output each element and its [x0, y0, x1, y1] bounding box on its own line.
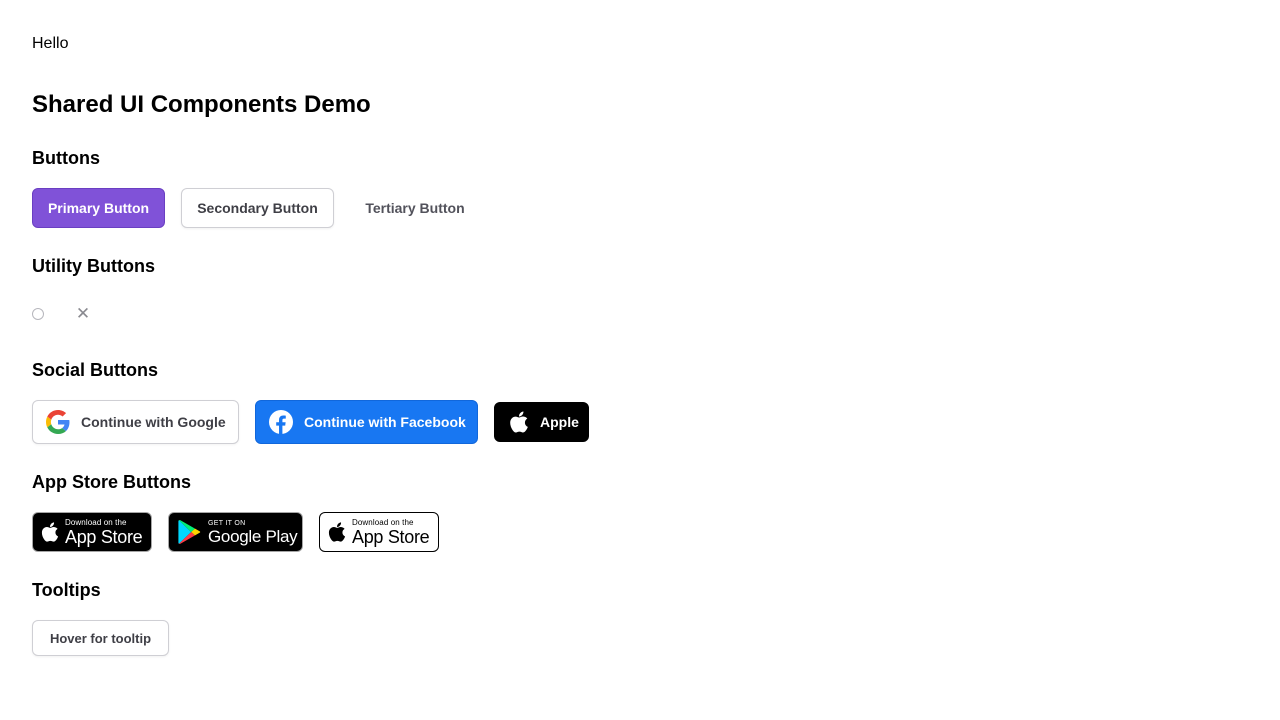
secondary-button[interactable]: Secondary Button — [181, 188, 334, 228]
section-title-social-buttons: Social Buttons — [32, 360, 159, 380]
app-store-badge-large-text: App Store — [65, 526, 143, 547]
greeting-text: Hello — [32, 35, 69, 52]
buttons-row: Primary Button Secondary Button Tertiary… — [32, 188, 480, 228]
google-signin-label: Continue with Google — [81, 414, 226, 430]
apple-signin-button[interactable]: Apple — [494, 402, 589, 442]
page-title: Shared UI Components Demo — [32, 91, 371, 118]
app-store-badge-dark[interactable]: Download on the App Store — [32, 512, 152, 552]
app-store-buttons-row: Download on the App Store GET IT ON Goog… — [32, 512, 455, 552]
apple-icon — [41, 521, 59, 543]
apple-signin-label: Apple — [540, 414, 579, 430]
facebook-icon — [269, 410, 293, 434]
tooltip-trigger-button[interactable]: Hover for tooltip — [32, 620, 169, 656]
google-play-badge-large-text: Google Play — [208, 526, 298, 546]
google-play-badge-small-text: GET IT ON — [208, 519, 246, 527]
tertiary-button[interactable]: Tertiary Button — [350, 188, 480, 228]
google-play-icon — [178, 519, 202, 545]
app-store-badge-small-text: Download on the — [352, 517, 414, 527]
google-signin-button[interactable]: Continue with Google — [32, 400, 239, 444]
utility-buttons-row: ✕ — [32, 305, 90, 322]
app-store-badge-small-text: Download on the — [65, 517, 127, 527]
section-title-tooltips: Tooltips — [32, 580, 101, 600]
primary-button[interactable]: Primary Button — [32, 188, 165, 228]
facebook-signin-button[interactable]: Continue with Facebook — [255, 400, 478, 444]
close-icon[interactable]: ✕ — [76, 305, 90, 322]
apple-icon — [508, 410, 530, 434]
google-icon — [46, 410, 70, 434]
radio-icon[interactable] — [32, 307, 44, 320]
app-store-badge-light[interactable]: Download on the App Store — [319, 512, 439, 552]
google-play-badge[interactable]: GET IT ON Google Play — [168, 512, 303, 552]
section-title-app-store-buttons: App Store Buttons — [32, 472, 191, 492]
section-title-buttons: Buttons — [32, 148, 100, 168]
facebook-signin-label: Continue with Facebook — [304, 414, 466, 430]
apple-icon — [328, 521, 346, 543]
app-store-badge-large-text: App Store — [352, 526, 430, 547]
social-buttons-row: Continue with Google Continue with Faceb… — [32, 400, 589, 444]
section-title-utility-buttons: Utility Buttons — [32, 256, 155, 276]
